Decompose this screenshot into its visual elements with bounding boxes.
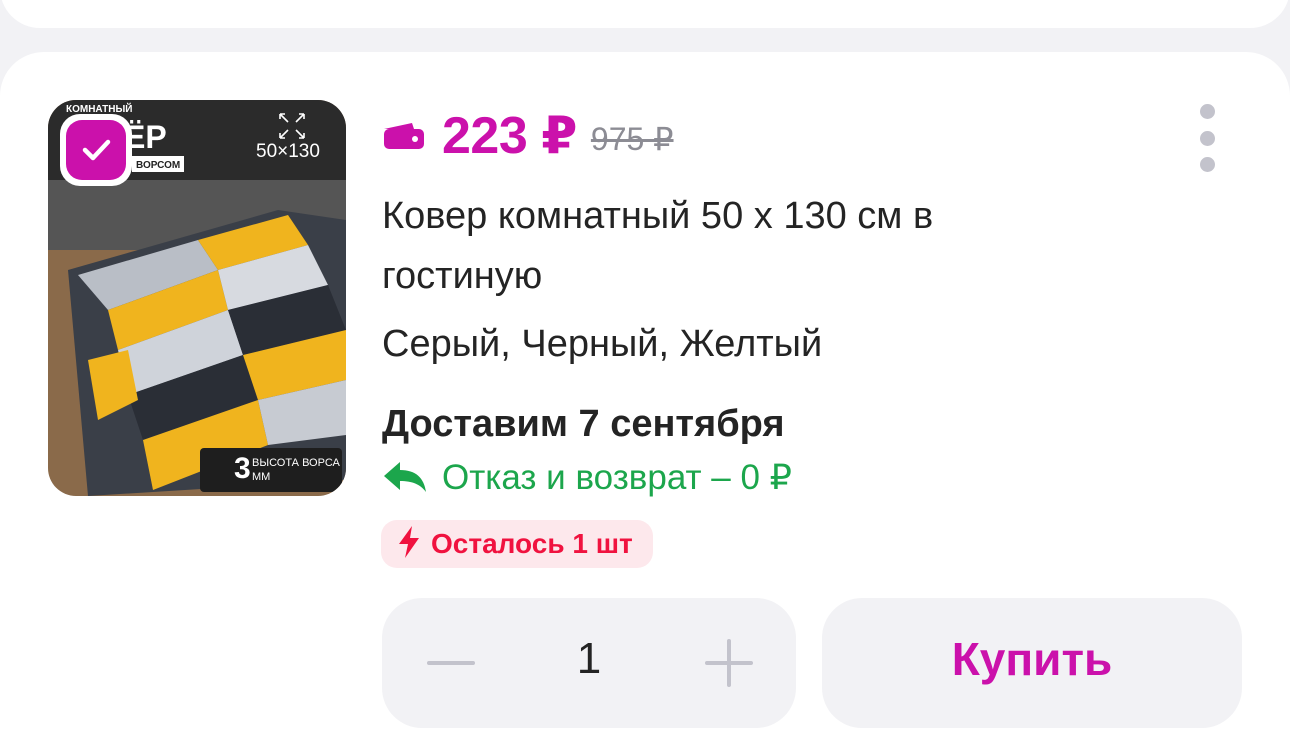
current-price: 223 ₽	[442, 107, 577, 165]
lightning-icon	[397, 525, 421, 564]
wallet-icon	[382, 118, 428, 154]
pile-caption-1: ВЫСОТА ВОРСА	[252, 457, 341, 469]
plus-icon	[705, 639, 753, 687]
more-dot	[1199, 130, 1215, 146]
refund-info[interactable]: Отказ и возврат – 0 ₽	[382, 452, 792, 504]
product-color: Серый, Черный, Желтый	[382, 323, 823, 365]
image-size-label: 50×130	[256, 141, 320, 162]
old-price: 975 ₽	[590, 121, 674, 157]
stock-text: Осталось 1 шт	[431, 528, 633, 559]
product-title[interactable]: Ковер комнатный 50 х 130 см в гостиную	[382, 186, 1102, 306]
return-arrow-icon	[382, 458, 428, 499]
more-options-button[interactable]	[1190, 100, 1224, 176]
select-checkbox[interactable]	[60, 114, 132, 186]
image-badge-sub: ВОРСОМ	[136, 160, 180, 171]
buy-button[interactable]: Купить	[822, 598, 1242, 728]
pile-height-text: 3	[234, 452, 251, 485]
increase-quantity-button[interactable]	[704, 638, 754, 688]
pile-caption-2: ММ	[252, 471, 270, 483]
more-dot	[1199, 157, 1215, 172]
more-vertical-icon	[1199, 104, 1215, 119]
quantity-stepper: 1	[382, 598, 796, 728]
refund-text: Отказ и возврат – 0 ₽	[442, 458, 792, 497]
previous-cart-item-card	[0, 0, 1290, 28]
price-row: 223 ₽ 975 ₽	[382, 106, 674, 166]
delivery-date: Доставим 7 сентября	[382, 403, 785, 445]
check-icon	[66, 120, 126, 180]
stock-badge: Осталось 1 шт	[381, 520, 653, 568]
buy-label: Купить	[951, 633, 1113, 685]
